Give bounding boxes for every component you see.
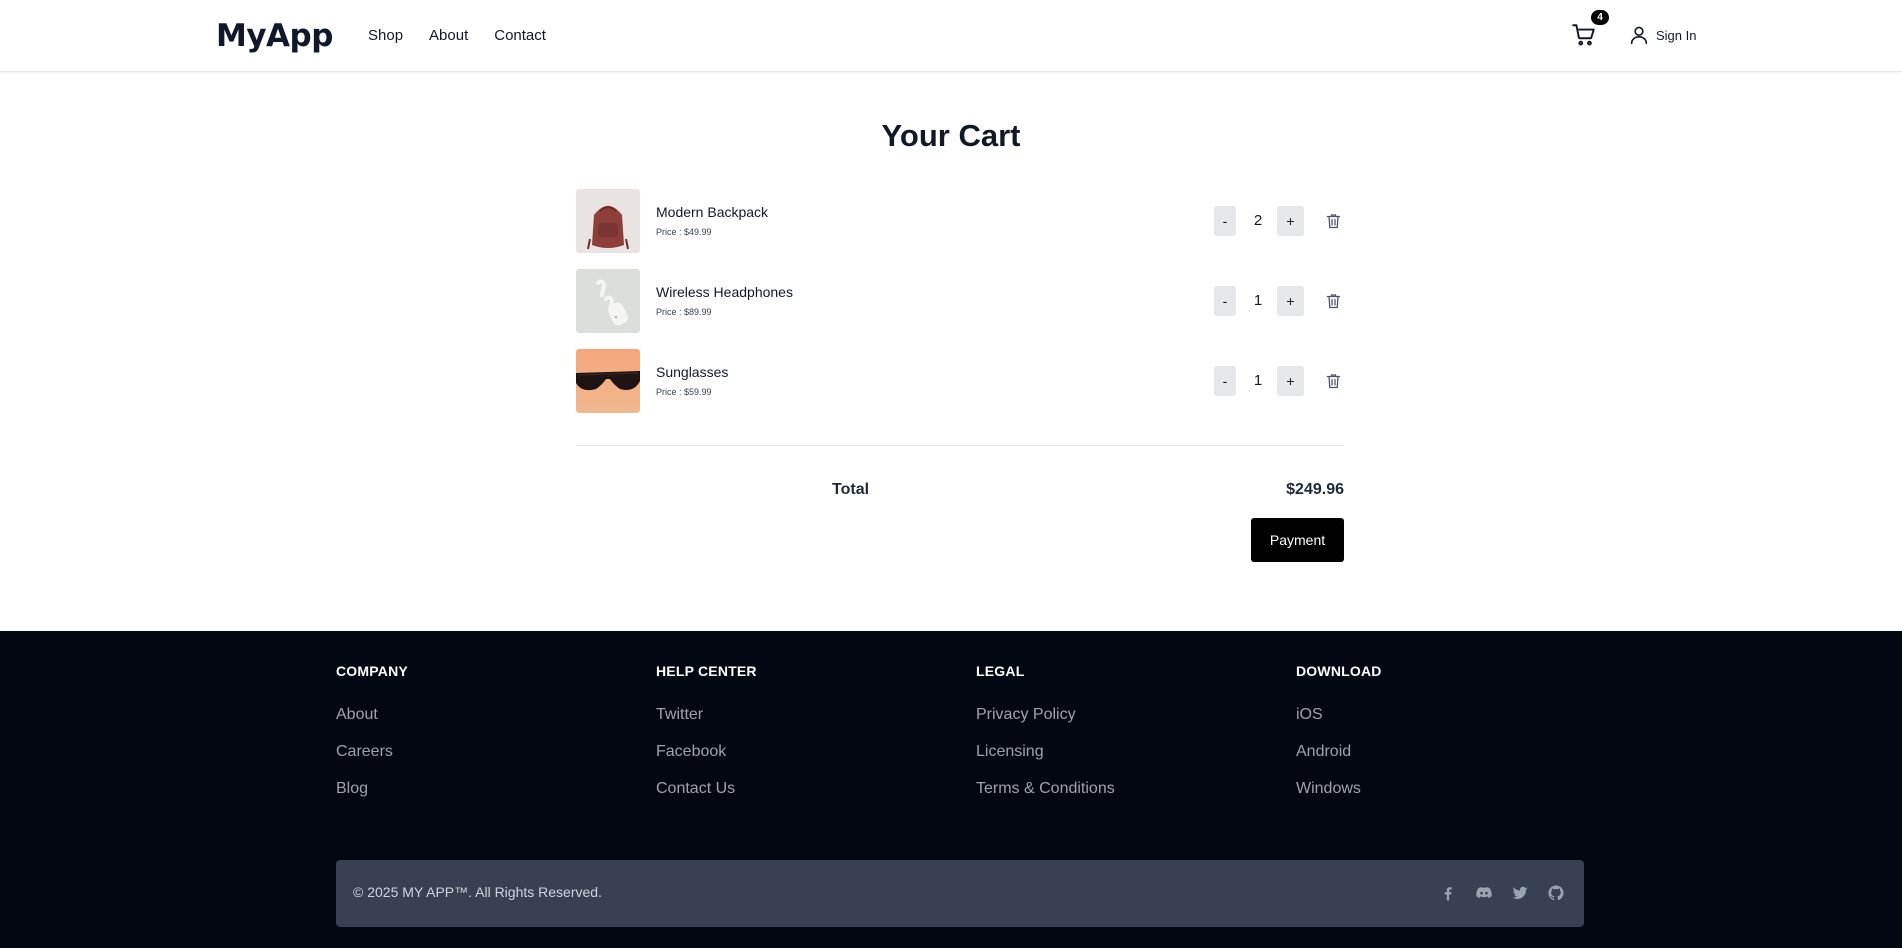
- trash-icon[interactable]: [1326, 213, 1341, 229]
- increase-quantity-button[interactable]: +: [1277, 366, 1304, 396]
- main-nav: Shop About Contact: [368, 27, 546, 44]
- cart-icon[interactable]: [1571, 22, 1597, 48]
- cart-divider: [576, 445, 1344, 446]
- footer-link-twitter[interactable]: Twitter: [656, 706, 956, 724]
- site-footer: COMPANY About Careers Blog HELP CENTER T…: [0, 631, 1902, 948]
- item-price: Price : $89.99: [656, 307, 712, 317]
- footer-bottom-bar: © 2025 MY APP™. All Rights Reserved.: [336, 860, 1584, 927]
- footer-link-licensing[interactable]: Licensing: [976, 743, 1276, 761]
- cart-item: Modern Backpack Price : $49.99 - 2 +: [576, 189, 1344, 253]
- footer-link-careers[interactable]: Careers: [336, 743, 636, 761]
- nav-contact[interactable]: Contact: [494, 27, 546, 44]
- footer-column-title: DOWNLOAD: [1296, 663, 1382, 679]
- footer-column-company: COMPANY About Careers Blog: [336, 663, 636, 817]
- payment-button[interactable]: Payment: [1251, 518, 1344, 562]
- discord-icon[interactable]: [1475, 884, 1493, 902]
- footer-column-title: HELP CENTER: [656, 663, 757, 679]
- item-price: Price : $49.99: [656, 227, 712, 237]
- footer-link-contact-us[interactable]: Contact Us: [656, 780, 956, 798]
- cart-items: Modern Backpack Price : $49.99 - 2 + Wir…: [576, 189, 1344, 429]
- logo[interactable]: MyApp: [216, 18, 333, 54]
- total-label: Total: [832, 481, 870, 498]
- decrease-quantity-button[interactable]: -: [1214, 286, 1236, 316]
- user-icon: [1630, 26, 1648, 45]
- increase-quantity-button[interactable]: +: [1277, 206, 1304, 236]
- trash-icon[interactable]: [1326, 293, 1341, 309]
- footer-column-legal: LEGAL Privacy Policy Licensing Terms & C…: [976, 663, 1276, 817]
- github-icon[interactable]: [1547, 884, 1565, 902]
- nav-about[interactable]: About: [429, 27, 468, 44]
- footer-column-help-center: HELP CENTER Twitter Facebook Contact Us: [656, 663, 956, 817]
- footer-column-title: COMPANY: [336, 663, 408, 679]
- footer-link-blog[interactable]: Blog: [336, 780, 636, 798]
- footer-column-title: LEGAL: [976, 663, 1025, 679]
- quantity-value: 1: [1253, 372, 1263, 389]
- nav-shop[interactable]: Shop: [368, 27, 403, 44]
- footer-link-android[interactable]: Android: [1296, 743, 1596, 761]
- site-header: MyApp Shop About Contact 4 Sign In: [0, 0, 1902, 72]
- copyright-text: © 2025 MY APP™. All Rights Reserved.: [353, 884, 602, 900]
- cart-count-badge: 4: [1591, 10, 1609, 25]
- cart-item: Sunglasses Price : $59.99 - 1 +: [576, 349, 1344, 413]
- cart-item: Wireless Headphones Price : $89.99 - 1 +: [576, 269, 1344, 333]
- quantity-value: 2: [1253, 212, 1263, 229]
- sign-in-label: Sign In: [1656, 27, 1697, 43]
- quantity-value: 1: [1253, 292, 1263, 309]
- footer-link-about[interactable]: About: [336, 706, 636, 724]
- product-image-backpack[interactable]: [576, 189, 640, 253]
- product-image-headphones[interactable]: [576, 269, 640, 333]
- product-image-sunglasses[interactable]: [576, 349, 640, 413]
- facebook-icon[interactable]: [1439, 884, 1457, 902]
- decrease-quantity-button[interactable]: -: [1214, 206, 1236, 236]
- trash-icon[interactable]: [1326, 373, 1341, 389]
- footer-link-terms[interactable]: Terms & Conditions: [976, 780, 1276, 798]
- total-value: $249.96: [1286, 481, 1344, 498]
- footer-link-ios[interactable]: iOS: [1296, 706, 1596, 724]
- increase-quantity-button[interactable]: +: [1277, 286, 1304, 316]
- footer-link-facebook[interactable]: Facebook: [656, 743, 956, 761]
- footer-link-windows[interactable]: Windows: [1296, 780, 1596, 798]
- sign-in-button[interactable]: Sign In: [1628, 24, 1696, 46]
- item-name: Wireless Headphones: [656, 284, 793, 300]
- item-name: Sunglasses: [656, 364, 729, 380]
- twitter-icon[interactable]: [1511, 884, 1529, 902]
- footer-link-privacy-policy[interactable]: Privacy Policy: [976, 706, 1276, 724]
- item-name: Modern Backpack: [656, 204, 769, 220]
- cart-title-wrap: Your Cart: [0, 118, 1902, 154]
- item-price: Price : $59.99: [656, 387, 712, 397]
- footer-column-download: DOWNLOAD iOS Android Windows: [1296, 663, 1596, 817]
- page-title: Your Cart: [881, 118, 1021, 153]
- decrease-quantity-button[interactable]: -: [1214, 366, 1236, 396]
